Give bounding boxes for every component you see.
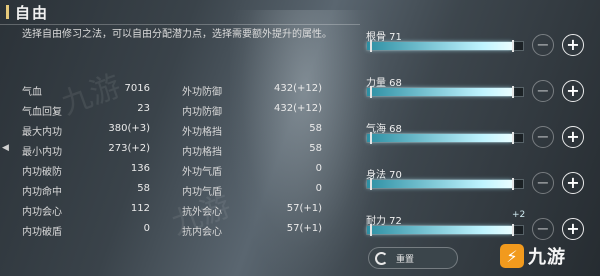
attribute-bonus: +2 — [512, 210, 526, 220]
left-arrow-icon[interactable]: ◀ — [2, 143, 9, 153]
decrease-button[interactable]: − — [532, 80, 554, 102]
stat-label: 外功气盾 — [182, 167, 222, 178]
attribute-row: 力量 68− + — [366, 72, 596, 118]
stat-label: 内功破盾 — [22, 227, 62, 238]
stat-value: 112 — [130, 203, 150, 214]
refresh-icon — [375, 251, 388, 265]
logo-text: 九游 — [528, 247, 566, 268]
bar-start-marker — [370, 132, 372, 144]
stat-label: 外功防御 — [182, 87, 222, 98]
attribute-row: 身法 70− + — [366, 164, 596, 210]
title-divider — [0, 24, 360, 25]
increase-button[interactable]: + — [562, 172, 584, 194]
stat-row: 最大内功 380(+3) 外功格挡 58 — [22, 120, 322, 140]
stat-value: 0 — [315, 163, 322, 174]
stat-value: 58 — [137, 183, 150, 194]
attribute-row: 气海 68− + — [366, 118, 596, 164]
attribute-progress-fill — [367, 226, 513, 234]
stat-row: 气血 7016 外功防御 432(+12) — [22, 80, 322, 100]
bar-end-marker — [512, 224, 515, 236]
stat-value: 57(+1) — [286, 223, 322, 234]
stat-label: 内功格挡 — [182, 147, 222, 158]
site-logo: ⚡ 九游 — [500, 242, 596, 270]
stat-label: 抗外会心 — [182, 207, 222, 218]
stat-value: 23 — [137, 103, 150, 114]
stat-row: 内功破盾 0 抗内会心 57(+1) — [22, 220, 322, 240]
attribute-progress-fill — [367, 180, 513, 188]
decrease-button[interactable]: − — [532, 218, 554, 240]
stat-label: 内功防御 — [182, 107, 222, 118]
attribute-progress-bar — [366, 132, 524, 144]
attribute-progress-fill — [367, 88, 513, 96]
reset-button[interactable]: 重置 — [368, 247, 458, 269]
stat-label: 最大内功 — [22, 127, 62, 138]
bar-end-marker — [512, 178, 515, 190]
stats-table: 气血 7016 外功防御 432(+12) 气血回复 23 内功防御 432(+12) 最大内功… — [22, 80, 322, 240]
stat-value: 0 — [143, 223, 150, 234]
reset-label: 重置 — [396, 254, 415, 265]
stat-value: 136 — [130, 163, 150, 174]
bar-start-marker — [370, 40, 372, 52]
stat-value: 273(+2) — [108, 143, 150, 154]
stat-value: 57(+1) — [286, 203, 322, 214]
attribute-progress-bar — [366, 40, 524, 52]
stat-value: 380(+3) — [108, 123, 150, 134]
stat-label: 内功会心 — [22, 207, 62, 218]
attribute-progress-bar — [366, 178, 524, 190]
panel-title: 自由 — [15, 3, 50, 22]
stat-label: 最小内功 — [22, 147, 62, 158]
stat-label: 气血 — [22, 87, 42, 98]
stat-label: 内功气盾 — [182, 187, 222, 198]
attribute-progress-bar — [366, 224, 524, 236]
decrease-button[interactable]: − — [532, 172, 554, 194]
decrease-button[interactable]: − — [532, 126, 554, 148]
stat-row: 内功会心 112 抗外会心 57(+1) — [22, 200, 322, 220]
stat-value: 58 — [309, 123, 322, 134]
increase-button[interactable]: + — [562, 126, 584, 148]
stat-value: 0 — [315, 183, 322, 194]
bar-end-marker — [512, 132, 515, 144]
increase-button[interactable]: + — [562, 218, 584, 240]
increase-button[interactable]: + — [562, 34, 584, 56]
attribute-progress-fill — [367, 42, 513, 50]
stat-label: 气血回复 — [22, 107, 62, 118]
stat-row: 最小内功 273(+2) 内功格挡 58 — [22, 140, 322, 160]
logo-mark-icon: ⚡ — [500, 244, 524, 268]
bar-start-marker — [370, 224, 372, 236]
bar-end-marker — [512, 86, 515, 98]
decrease-button[interactable]: − — [532, 34, 554, 56]
stat-value: 58 — [309, 143, 322, 154]
stat-row: 内功破防 136 外功气盾 0 — [22, 160, 322, 180]
stat-label: 内功破防 — [22, 167, 62, 178]
stat-value: 7016 — [124, 83, 150, 94]
bar-start-marker — [370, 178, 372, 190]
stat-label: 内功命中 — [22, 187, 62, 198]
title-accent — [6, 5, 9, 19]
stat-row: 气血回复 23 内功防御 432(+12) — [22, 100, 322, 120]
stat-label: 外功格挡 — [182, 127, 222, 138]
bar-end-marker — [512, 40, 515, 52]
attribute-row: 根骨 71− + — [366, 26, 596, 72]
stat-value: 432(+12) — [274, 83, 322, 94]
panel-header: 自由 — [0, 0, 360, 24]
panel-description: 选择自由修习之法，可以自由分配潜力点，选择需要额外提升的属性。 — [22, 29, 332, 40]
bar-start-marker — [370, 86, 372, 98]
stat-label: 抗内会心 — [182, 227, 222, 238]
attribute-progress-bar — [366, 86, 524, 98]
increase-button[interactable]: + — [562, 80, 584, 102]
attribute-progress-fill — [367, 134, 513, 142]
stat-value: 432(+12) — [274, 103, 322, 114]
stat-row: 内功命中 58 内功气盾 0 — [22, 180, 322, 200]
attribute-panel: 根骨 71− + 力量 68− + 气海 68− + 身法 70− + 耐力 72 +2− + — [366, 26, 596, 256]
